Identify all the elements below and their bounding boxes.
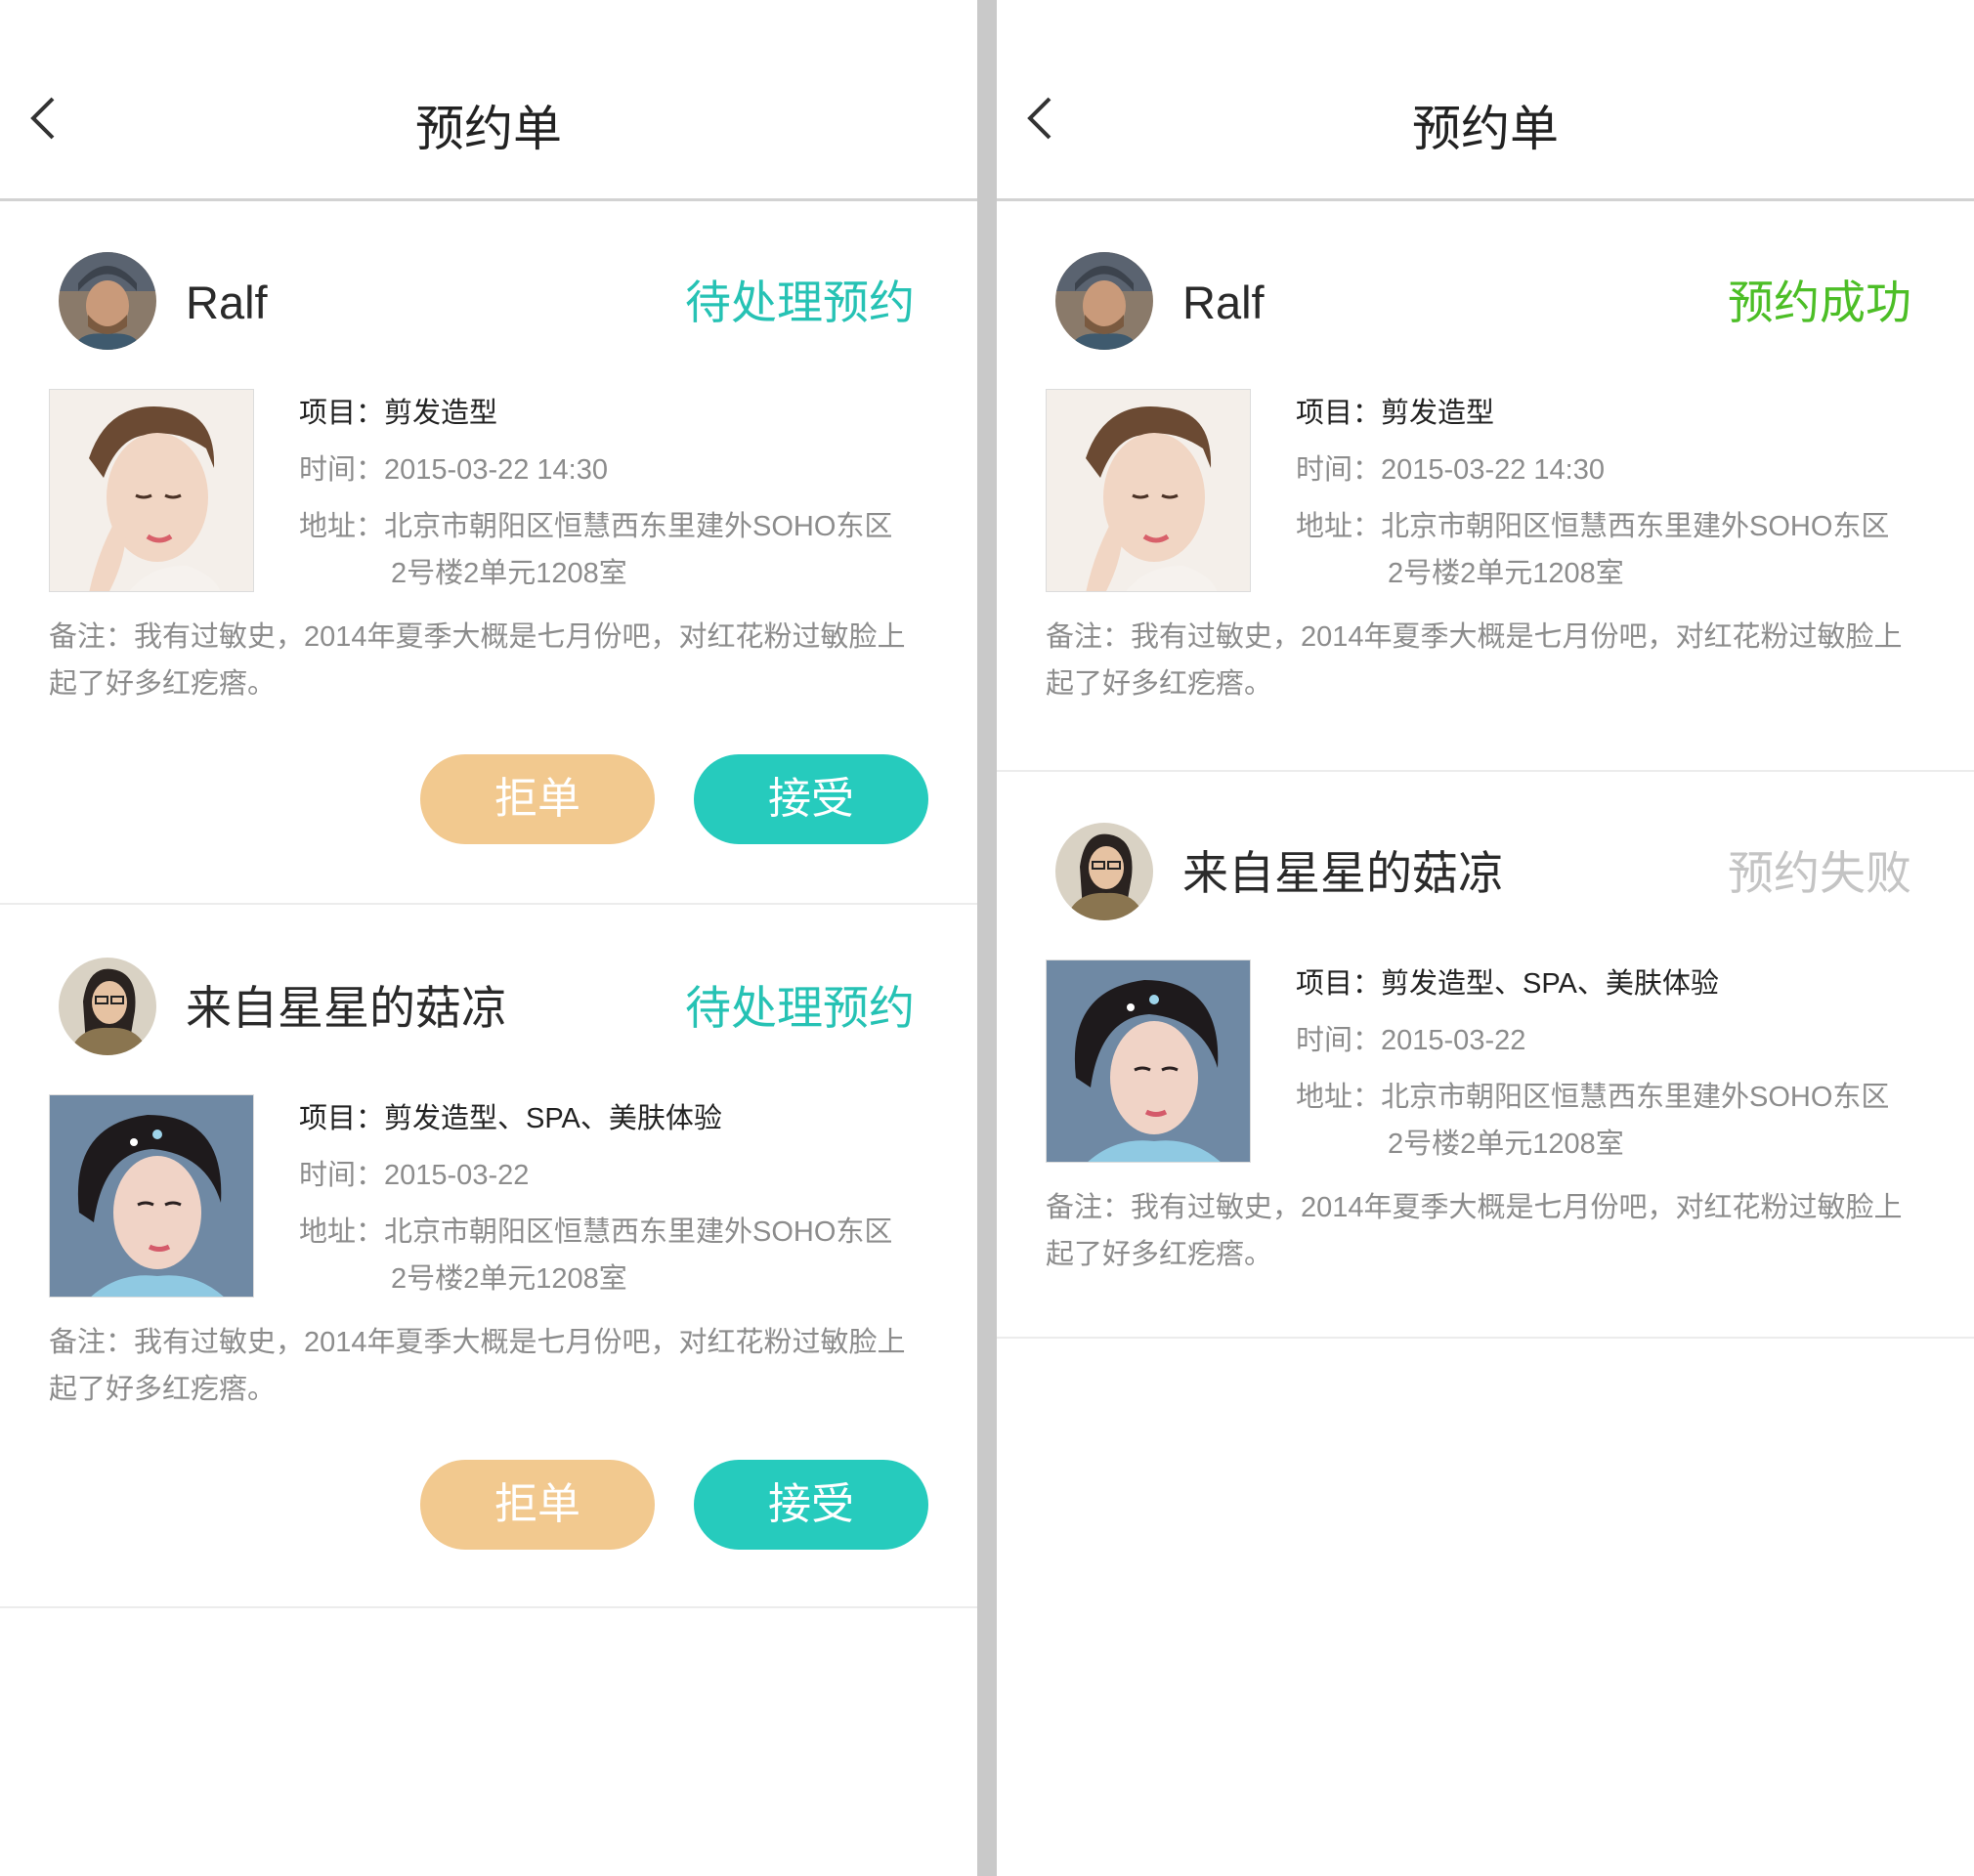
nav-bar: 预约单: [997, 0, 1974, 201]
time-value: 2015-03-22 14:30: [1381, 454, 1605, 486]
time-value: 2015-03-22: [384, 1160, 530, 1191]
status-badge: 待处理预约: [685, 982, 915, 1034]
time-label: 时间：: [299, 454, 385, 486]
avatar: [59, 958, 156, 1055]
right-screen: 预约单 Ralf 预约成功 项目：剪发造型 时间：2015-03-22 14:3…: [997, 0, 1974, 1876]
status-badge: 待处理预约: [685, 277, 915, 328]
nav-bar: 预约单: [0, 0, 977, 201]
service-photo: [1046, 389, 1251, 592]
note-label: 备注：: [1046, 1192, 1132, 1223]
order-info: 项目：剪发造型 时间：2015-03-22 14:30 地址：北京市朝阳区恒慧西…: [299, 385, 944, 602]
time-label: 时间：: [299, 1160, 385, 1191]
project-value: 剪发造型: [384, 398, 498, 429]
note-label: 备注：: [49, 621, 135, 653]
page-title: 预约单: [1412, 102, 1559, 156]
order-info: 项目：剪发造型 时间：2015-03-22 14:30 地址：北京市朝阳区恒慧西…: [1296, 385, 1941, 602]
customer-name: 来自星星的菇凉: [1182, 847, 1504, 899]
note-text: 我有过敏史，2014年夏季大概是七月份吧，对红花粉过敏脸上起了好多红疙瘩。: [49, 621, 906, 700]
customer-name: 来自星星的菇凉: [186, 982, 507, 1034]
project-label: 项目：: [299, 398, 385, 429]
service-photo: [1046, 959, 1251, 1163]
customer-name: Ralf: [186, 277, 268, 328]
service-photo: [49, 1094, 254, 1298]
address-value-line2: 2号楼2单元1208室: [391, 558, 627, 589]
time-label: 时间：: [1296, 454, 1382, 486]
left-screen: 预约单 Ralf 待处理预约 项目：剪发造型 时间：2015-03-22 14:…: [0, 0, 977, 1876]
project-value: 剪发造型: [1381, 398, 1495, 429]
address-label: 地址：: [299, 511, 385, 542]
note-text: 我有过敏史，2014年夏季大概是七月份吧，对红花粉过敏脸上起了好多红疙瘩。: [1046, 1192, 1903, 1270]
order-card[interactable]: 来自星星的菇凉 预约失败 项目：剪发造型、SPA、美肤体验 时间：2015-03…: [997, 772, 1974, 1339]
time-value: 2015-03-22 14:30: [384, 454, 608, 486]
address-label: 地址：: [299, 1216, 385, 1248]
address-value: 北京市朝阳区恒慧西东里建外SOHO东区: [1381, 1082, 1890, 1113]
reject-button[interactable]: 拒单: [420, 1460, 655, 1550]
accept-button[interactable]: 接受: [694, 1460, 928, 1550]
status-badge: 预约失败: [1728, 847, 1911, 899]
address-value: 北京市朝阳区恒慧西东里建外SOHO东区: [384, 511, 893, 542]
order-note: 备注：我有过敏史，2014年夏季大概是七月份吧，对红花粉过敏脸上起了好多红疙瘩。: [1046, 614, 1925, 707]
status-badge: 预约成功: [1728, 277, 1911, 328]
customer-name: Ralf: [1182, 277, 1265, 328]
order-note: 备注：我有过敏史，2014年夏季大概是七月份吧，对红花粉过敏脸上起了好多红疙瘩。: [49, 614, 928, 707]
time-value: 2015-03-22: [1381, 1025, 1526, 1056]
address-value: 北京市朝阳区恒慧西东里建外SOHO东区: [1381, 511, 1890, 542]
order-card[interactable]: 来自星星的菇凉 待处理预约 项目：剪发造型、SPA、美肤体验 时间：2015-0…: [0, 907, 977, 1608]
address-label: 地址：: [1296, 1082, 1382, 1113]
order-info: 项目：剪发造型、SPA、美肤体验 时间：2015-03-22 地址：北京市朝阳区…: [299, 1090, 944, 1307]
note-text: 我有过敏史，2014年夏季大概是七月份吧，对红花粉过敏脸上起了好多红疙瘩。: [49, 1327, 906, 1405]
project-label: 项目：: [1296, 398, 1382, 429]
order-note: 备注：我有过敏史，2014年夏季大概是七月份吧，对红花粉过敏脸上起了好多红疙瘩。: [49, 1319, 928, 1413]
address-value-line2: 2号楼2单元1208室: [1388, 1129, 1624, 1160]
address-value-line2: 2号楼2单元1208室: [391, 1263, 627, 1295]
avatar: [1055, 252, 1153, 350]
address-value: 北京市朝阳区恒慧西东里建外SOHO东区: [384, 1216, 893, 1248]
address-label: 地址：: [1296, 511, 1382, 542]
reject-button[interactable]: 拒单: [420, 754, 655, 844]
project-label: 项目：: [299, 1103, 385, 1134]
avatar: [59, 252, 156, 350]
screen-divider: [977, 0, 997, 1876]
service-photo: [49, 389, 254, 592]
project-label: 项目：: [1296, 968, 1382, 1000]
avatar: [1055, 823, 1153, 920]
order-info: 项目：剪发造型、SPA、美肤体验 时间：2015-03-22 地址：北京市朝阳区…: [1296, 956, 1941, 1172]
order-card[interactable]: Ralf 预约成功 项目：剪发造型 时间：2015-03-22 14:30 地址…: [997, 201, 1974, 772]
address-value-line2: 2号楼2单元1208室: [1388, 558, 1624, 589]
order-card[interactable]: Ralf 待处理预约 项目：剪发造型 时间：2015-03-22 14:30 地…: [0, 201, 977, 905]
order-note: 备注：我有过敏史，2014年夏季大概是七月份吧，对红花粉过敏脸上起了好多红疙瘩。: [1046, 1184, 1925, 1278]
note-label: 备注：: [49, 1327, 135, 1358]
note-text: 我有过敏史，2014年夏季大概是七月份吧，对红花粉过敏脸上起了好多红疙瘩。: [1046, 621, 1903, 700]
project-value: 剪发造型、SPA、美肤体验: [384, 1103, 722, 1134]
note-label: 备注：: [1046, 621, 1132, 653]
accept-button[interactable]: 接受: [694, 754, 928, 844]
page-title: 预约单: [415, 102, 562, 156]
time-label: 时间：: [1296, 1025, 1382, 1056]
project-value: 剪发造型、SPA、美肤体验: [1381, 968, 1719, 1000]
